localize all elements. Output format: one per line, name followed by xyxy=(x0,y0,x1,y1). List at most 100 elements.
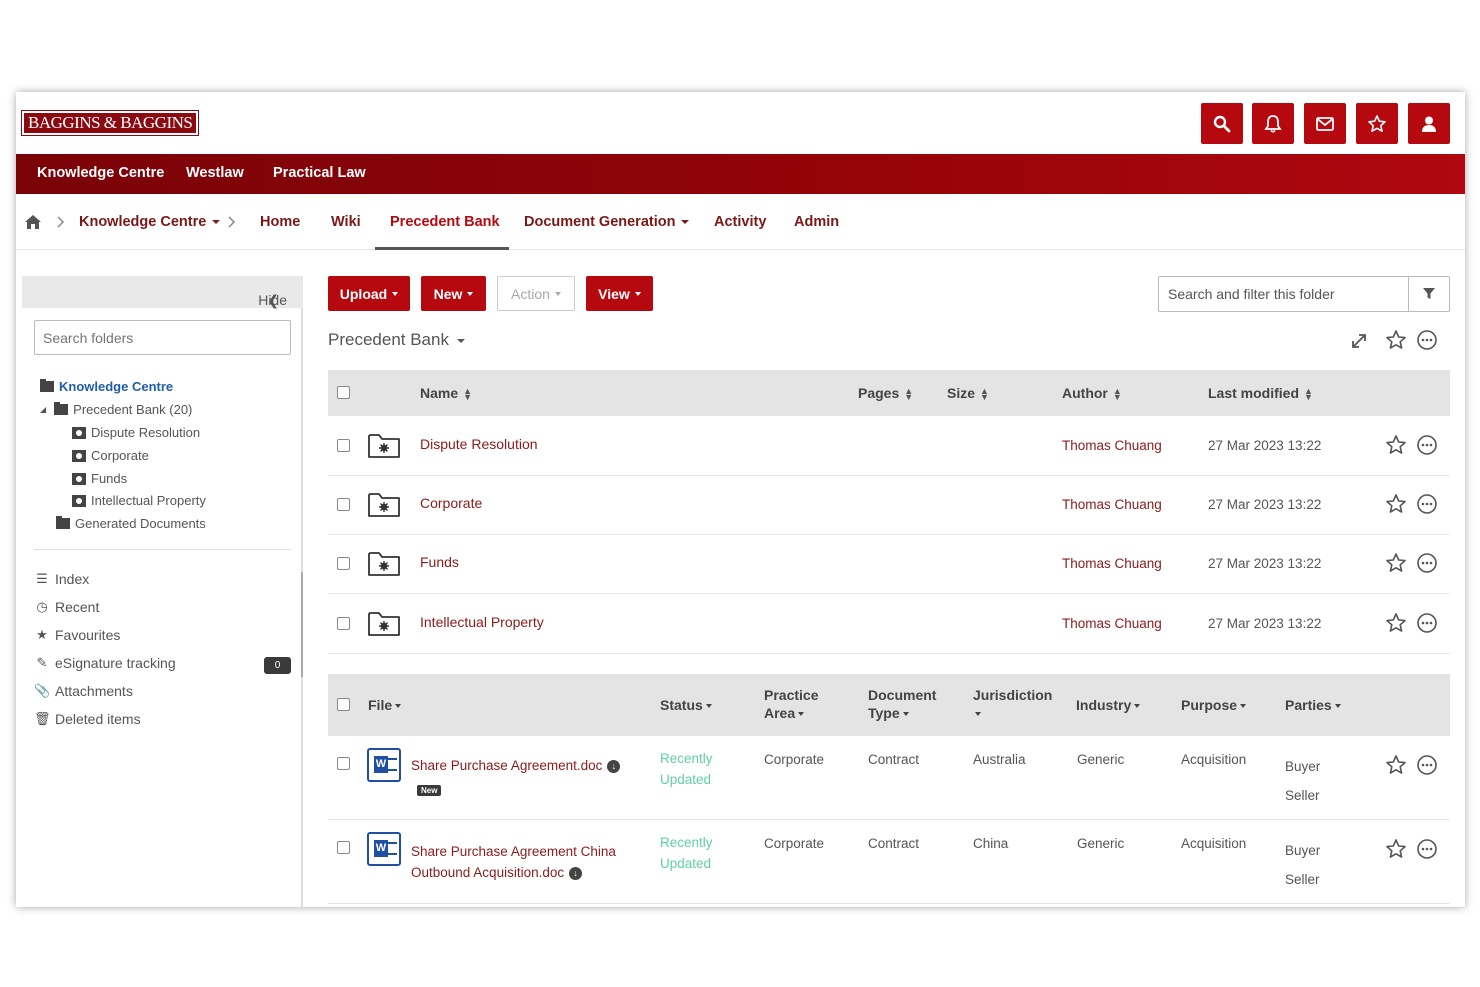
col-file[interactable]: File xyxy=(368,696,402,714)
new-button[interactable]: New xyxy=(421,276,486,311)
favourite-star-icon[interactable] xyxy=(1385,754,1407,776)
col-status[interactable]: Status xyxy=(660,696,712,714)
upload-button[interactable]: Upload xyxy=(328,276,410,311)
favourite-star-icon[interactable] xyxy=(1385,552,1407,574)
folder-name-link[interactable]: Funds xyxy=(420,554,459,570)
favourite-star-icon[interactable] xyxy=(1385,612,1407,634)
word-document-icon: W xyxy=(367,748,401,782)
topnav-practical-law[interactable]: Practical Law xyxy=(273,165,366,181)
col-label: Parties xyxy=(1285,697,1332,713)
col-last-modified[interactable]: Last modified ▲ ▼ xyxy=(1208,384,1313,402)
home-icon[interactable] xyxy=(24,214,42,230)
row-more-options-icon[interactable] xyxy=(1416,838,1438,860)
brand-logo[interactable]: BAGGINS & BAGGINS xyxy=(20,110,200,136)
author-link[interactable]: Thomas Chuang xyxy=(1062,438,1162,453)
author-link[interactable]: Thomas Chuang xyxy=(1062,556,1162,571)
sidebar-link-esignature[interactable]: ✎ eSignature tracking xyxy=(34,655,176,671)
tab-activity[interactable]: Activity xyxy=(714,214,766,230)
page-title[interactable]: Precedent Bank xyxy=(328,330,465,350)
select-all-checkbox[interactable] xyxy=(337,386,350,399)
tree-corporate[interactable]: Corporate xyxy=(72,448,149,463)
select-all-files-checkbox[interactable] xyxy=(337,698,350,711)
tree-dispute-resolution[interactable]: Dispute Resolution xyxy=(72,425,200,440)
col-author[interactable]: Author ▲ ▼ xyxy=(1062,384,1122,402)
view-button[interactable]: View xyxy=(586,276,653,311)
topnav-westlaw[interactable]: Westlaw xyxy=(186,165,244,181)
sidebar-link-favourites[interactable]: ★ Favourites xyxy=(34,627,120,643)
star-icon: ★ xyxy=(36,627,48,642)
user-menu-button[interactable] xyxy=(1408,103,1450,144)
row-more-options-icon[interactable] xyxy=(1416,612,1438,634)
col-purpose[interactable]: Purpose xyxy=(1181,696,1247,714)
messages-button[interactable] xyxy=(1304,103,1346,144)
sidebar-scrollbar[interactable] xyxy=(301,572,303,677)
notifications-button[interactable] xyxy=(1252,103,1294,144)
folder-name-link[interactable]: Dispute Resolution xyxy=(420,436,538,452)
file-name-link[interactable]: Share Purchase Agreement.doc ↓ xyxy=(411,758,621,773)
col-name[interactable]: Name ▲ ▼ xyxy=(420,384,472,402)
download-icon[interactable]: ↓ xyxy=(607,759,621,773)
tree-funds[interactable]: Funds xyxy=(72,471,127,486)
tree-intellectual-property[interactable]: Intellectual Property xyxy=(72,493,206,508)
more-options-icon[interactable] xyxy=(1416,329,1438,351)
author-link[interactable]: Thomas Chuang xyxy=(1062,497,1162,512)
row-checkbox[interactable] xyxy=(337,439,350,452)
row-checkbox[interactable] xyxy=(337,498,350,511)
col-size[interactable]: Size ▲ ▼ xyxy=(947,384,989,402)
file-name-link[interactable]: Share Purchase Agreement China Outbound A… xyxy=(411,841,616,883)
jurisdiction: China xyxy=(973,836,1009,851)
col-jurisdiction[interactable]: Jurisdiction xyxy=(973,686,1052,722)
folder-settings-icon xyxy=(72,426,86,439)
download-icon[interactable]: ↓ xyxy=(569,866,583,880)
action-button[interactable]: Action xyxy=(497,276,575,311)
favourites-button[interactable] xyxy=(1356,103,1398,144)
col-industry[interactable]: Industry xyxy=(1076,696,1141,714)
col-pages[interactable]: Pages ▲ ▼ xyxy=(858,384,913,402)
collapse-triangle-icon[interactable]: ◢ xyxy=(40,405,46,414)
tab-document-generation[interactable]: Document Generation xyxy=(524,214,690,230)
favourite-star-icon[interactable] xyxy=(1385,838,1407,860)
tab-home[interactable]: Home xyxy=(260,214,300,230)
col-label: Status xyxy=(660,697,703,713)
sidebar-link-index[interactable]: ☰ Index xyxy=(34,571,89,587)
filter-button[interactable] xyxy=(1408,277,1449,311)
row-checkbox[interactable] xyxy=(337,617,350,630)
breadcrumb-knowledge-centre[interactable]: Knowledge Centre xyxy=(79,214,221,230)
folder-name-link[interactable]: Corporate xyxy=(420,495,482,511)
tab-admin[interactable]: Admin xyxy=(794,214,839,230)
row-checkbox[interactable] xyxy=(337,757,350,770)
row-checkbox[interactable] xyxy=(337,841,350,854)
folder-filter[interactable]: Search and filter this folder xyxy=(1158,276,1450,312)
col-practice-area[interactable]: Practice Area xyxy=(764,686,818,722)
search-folders-input[interactable] xyxy=(34,320,291,355)
row-more-options-icon[interactable] xyxy=(1416,493,1438,515)
favourite-star-icon[interactable] xyxy=(1385,434,1407,456)
search-button[interactable] xyxy=(1201,103,1243,144)
expand-icon[interactable] xyxy=(1350,332,1368,350)
caret-down-icon xyxy=(212,220,221,225)
favourite-folder-star-icon[interactable] xyxy=(1385,329,1407,351)
purpose: Acquisition xyxy=(1181,836,1247,851)
topnav-knowledge-centre[interactable]: Knowledge Centre xyxy=(37,165,164,181)
favourite-star-icon[interactable] xyxy=(1385,493,1407,515)
row-checkbox[interactable] xyxy=(337,557,350,570)
row-more-options-icon[interactable] xyxy=(1416,552,1438,574)
tree-precedent-bank[interactable]: ◢ Precedent Bank (20) xyxy=(40,402,192,417)
tab-wiki[interactable]: Wiki xyxy=(331,214,361,230)
sidebar-link-recent[interactable]: ◷ Recent xyxy=(34,599,99,615)
folder-name-link[interactable]: Intellectual Property xyxy=(420,614,544,630)
caret-down-icon xyxy=(392,291,399,296)
tree-generated-documents[interactable]: Generated Documents xyxy=(56,516,206,531)
action-label: Action xyxy=(511,285,550,302)
row-more-options-icon[interactable] xyxy=(1416,754,1438,776)
tree-knowledge-centre[interactable]: Knowledge Centre xyxy=(40,379,173,394)
sort-icon: ▲ ▼ xyxy=(1304,386,1313,403)
sidebar-link-deleted[interactable]: 🗑 Deleted items xyxy=(34,711,141,727)
practice-area: Corporate xyxy=(764,752,825,767)
author-link[interactable]: Thomas Chuang xyxy=(1062,616,1162,631)
sidebar-link-attachments[interactable]: 📎 Attachments xyxy=(34,683,133,699)
row-more-options-icon[interactable] xyxy=(1416,434,1438,456)
col-parties[interactable]: Parties xyxy=(1285,696,1341,714)
tab-precedent-bank[interactable]: Precedent Bank xyxy=(390,214,500,230)
col-document-type[interactable]: Document Type xyxy=(868,686,936,722)
